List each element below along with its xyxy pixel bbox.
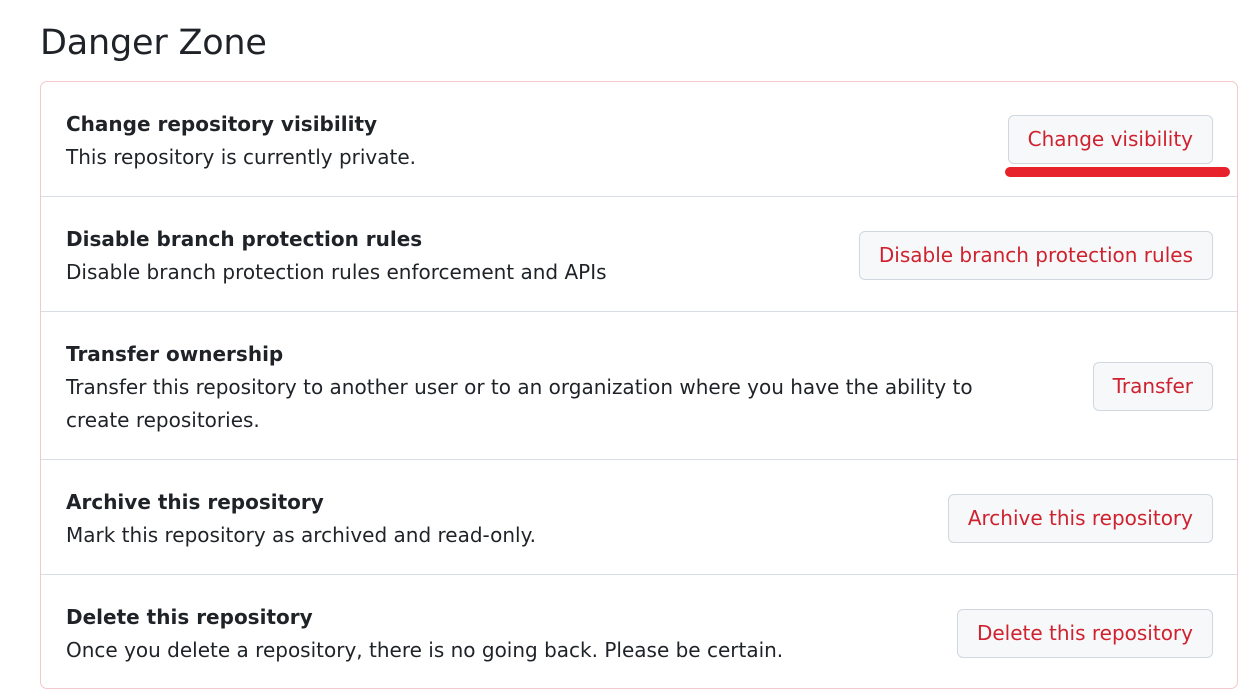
row-title: Delete this repository: [66, 605, 313, 629]
disable-branch-protection-button[interactable]: Disable branch protection rules: [858, 231, 1213, 280]
row-archive-repository: Archive this repository Mark this reposi…: [41, 459, 1237, 574]
row-title: Archive this repository: [66, 490, 324, 514]
row-title: Disable branch protection rules: [66, 227, 423, 251]
row-delete-repository: Delete this repository Once you delete a…: [41, 574, 1237, 688]
row-description: Once you delete a repository, there is n…: [66, 638, 784, 662]
transfer-button[interactable]: Transfer: [1092, 362, 1213, 411]
row-description: Transfer this repository to another user…: [66, 375, 973, 432]
row-description: Mark this repository as archived and rea…: [66, 523, 536, 547]
settings-page: Danger Zone Change repository visibility…: [0, 0, 1252, 697]
change-visibility-button[interactable]: Change visibility: [1007, 115, 1213, 164]
row-title: Change repository visibility: [66, 112, 378, 136]
delete-repository-button[interactable]: Delete this repository: [956, 609, 1213, 658]
danger-zone-heading: Danger Zone: [40, 23, 267, 63]
row-transfer-ownership: Transfer ownership Transfer this reposit…: [41, 311, 1237, 459]
archive-repository-button[interactable]: Archive this repository: [947, 494, 1213, 543]
row-title: Transfer ownership: [66, 342, 284, 366]
row-description: Disable branch protection rules enforcem…: [66, 260, 607, 284]
row-change-visibility: Change repository visibility This reposi…: [41, 82, 1237, 196]
row-disable-branch-protection: Disable branch protection rules Disable …: [41, 196, 1237, 311]
row-description: This repository is currently private.: [66, 145, 417, 169]
red-annotation-underline: [1005, 167, 1230, 177]
